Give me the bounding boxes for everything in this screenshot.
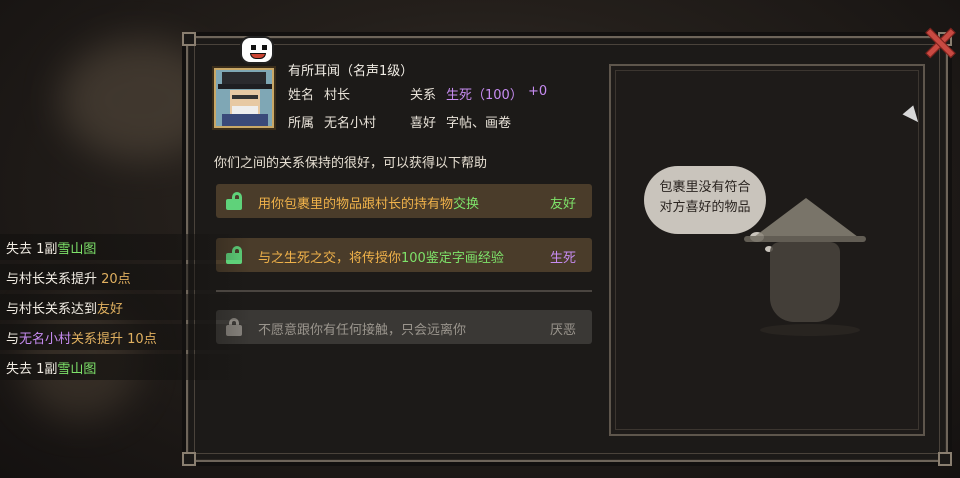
- benefit-text: 与之生死之交，将传授你100鉴定字画经验: [258, 251, 504, 266]
- log-entry: 与村长关系提升 20点: [0, 264, 250, 290]
- panel-corner: [182, 452, 196, 466]
- log-entry: 与无名小村关系提升 10点: [0, 324, 250, 350]
- benefit-tag: 生死: [549, 251, 576, 266]
- affiliation-value: 无名小村: [324, 116, 377, 131]
- benefit-text: 用你包裹里的物品跟村长的持有物交换: [258, 197, 480, 212]
- divider: [216, 290, 592, 292]
- close-icon[interactable]: [922, 24, 956, 58]
- relation-delta: +0: [528, 84, 548, 99]
- log-entry: 失去 1副雪山图: [0, 354, 250, 380]
- benefit-text: 不愿意跟你有任何接触，只会远离你: [258, 323, 467, 338]
- grin-emote-icon: [240, 36, 274, 64]
- panel-corner: [182, 32, 196, 46]
- relation-label: 关系: [410, 88, 437, 103]
- benefit-tag: 厌恶: [549, 323, 576, 338]
- relation-description: 你们之间的关系保持的很好，可以获得以下帮助: [214, 156, 488, 171]
- affiliation-label: 所属: [288, 116, 315, 131]
- reputation-title: 有所耳闻（名声1级）: [288, 64, 414, 79]
- name-label: 姓名: [288, 88, 315, 103]
- straw-hat-figure: [740, 196, 870, 346]
- benefit-row-avoid[interactable]: 不愿意跟你有任何接触，只会远离你 厌恶: [216, 310, 592, 344]
- hobby-value: 字帖、画卷: [446, 116, 512, 131]
- benefit-row-teach[interactable]: 与之生死之交，将传授你100鉴定字画经验 生死: [216, 238, 592, 272]
- benefit-tag: 友好: [549, 197, 576, 212]
- panel-corner: [938, 452, 952, 466]
- relation-value: 生死（100）: [446, 88, 523, 103]
- name-value: 村长: [324, 88, 351, 103]
- npc-avatar: [214, 68, 274, 128]
- benefit-row-trade[interactable]: 用你包裹里的物品跟村长的持有物交换 友好: [216, 184, 592, 218]
- log-entry: 与村长关系达到友好: [0, 294, 250, 320]
- unlocked-icon: [226, 192, 242, 210]
- hobby-label: 喜好: [410, 116, 437, 131]
- log-entry: 失去 1副雪山图: [0, 234, 250, 260]
